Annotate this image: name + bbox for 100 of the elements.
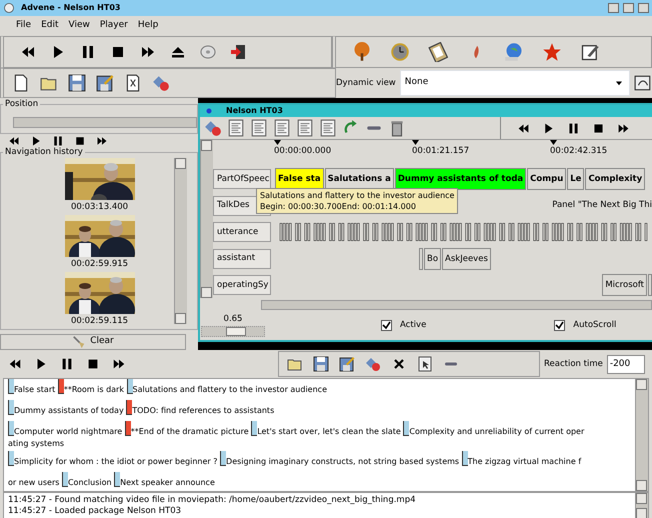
annotation-block[interactable] [419, 248, 423, 270]
maximize-button[interactable] [623, 3, 634, 13]
annotation-block[interactable] [648, 274, 652, 296]
clock-icon[interactable] [390, 42, 410, 62]
annotation-text[interactable]: Simplicity for whom : the idiot or power beginner ? [14, 457, 218, 466]
tools-icon[interactable] [152, 74, 170, 92]
document-icon[interactable] [273, 119, 291, 138]
menu-item[interactable]: File [16, 19, 32, 33]
disc-icon[interactable] [200, 44, 216, 60]
annotation-text[interactable]: TODO: find references to assistants [132, 406, 274, 415]
fast-forward-icon[interactable] [617, 122, 630, 135]
checkbox[interactable] [381, 320, 392, 331]
fast-forward-icon[interactable] [140, 44, 156, 60]
pause-icon[interactable] [60, 357, 74, 371]
reaction-time-field[interactable]: -200 [606, 354, 645, 374]
pause-icon[interactable] [80, 44, 96, 60]
script-icon[interactable] [124, 74, 142, 92]
pointer-icon[interactable] [417, 356, 433, 372]
annotation-text[interactable]: Salutations and flattery to the investor audience [132, 385, 327, 394]
stop-icon[interactable] [592, 122, 605, 135]
annotation-text[interactable]: ating systems [8, 439, 64, 448]
document-icon[interactable] [227, 119, 245, 138]
scrollbar[interactable] [200, 140, 213, 298]
zoom-slider[interactable] [201, 326, 265, 338]
document-icon[interactable] [250, 119, 268, 138]
annotation-block[interactable]: Bo [424, 248, 442, 270]
annotation-marker[interactable] [126, 400, 132, 415]
annotation-block[interactable]: AskJeeves [442, 248, 491, 270]
annotation-text[interactable]: Dummy assistants of today [14, 406, 124, 415]
annotation-marker[interactable] [126, 379, 133, 394]
save-as-icon[interactable] [339, 356, 355, 372]
tools-icon[interactable] [365, 356, 381, 372]
eject-icon[interactable] [170, 44, 186, 60]
annotation-marker[interactable] [8, 379, 14, 394]
rewind-icon[interactable] [8, 134, 20, 147]
annotation-text[interactable]: **Room is dark [64, 385, 124, 394]
pause-icon[interactable] [567, 122, 580, 135]
save-as-icon[interactable] [96, 74, 114, 92]
rewind-icon[interactable] [517, 122, 530, 135]
save-icon[interactable] [313, 356, 329, 372]
dynamic-view-select[interactable]: None [400, 70, 630, 96]
play-icon[interactable] [30, 134, 42, 147]
annotation-marker[interactable] [114, 472, 120, 487]
edit-note-icon[interactable] [580, 42, 600, 62]
new-file-icon[interactable] [12, 74, 30, 92]
tree-icon[interactable] [352, 42, 372, 62]
fast-forward-icon[interactable] [112, 357, 126, 371]
annotation-text[interactable]: Next speaker announce [120, 478, 215, 487]
view-icon[interactable] [634, 74, 652, 92]
close-button[interactable] [638, 3, 649, 13]
annotation-marker[interactable] [8, 451, 14, 466]
annotation-type-button[interactable]: utterance [213, 222, 271, 242]
annotation-block[interactable]: Complexity [585, 168, 646, 190]
rewind-icon[interactable] [20, 44, 36, 60]
rewind-icon[interactable] [8, 357, 22, 371]
annotation-marker[interactable] [58, 379, 64, 394]
annotation-type-button[interactable]: operatingSy [213, 275, 271, 296]
annotation-marker[interactable] [403, 421, 410, 436]
annotation-block[interactable]: Le [567, 168, 584, 190]
annotation-marker[interactable] [8, 400, 14, 415]
annotation-block[interactable]: False sta [275, 168, 324, 190]
menu-item[interactable]: Edit [41, 19, 58, 33]
annotation-text[interactable]: Computer world nightmare [14, 427, 122, 436]
checkbox[interactable] [554, 320, 566, 331]
clear-button[interactable]: Clear [0, 334, 186, 350]
fast-forward-icon[interactable] [96, 134, 108, 147]
annotation-text[interactable]: The zigzag virtual machine f [468, 457, 582, 466]
annotation-text[interactable]: Complexity and unreliability of current oper [409, 427, 584, 436]
scrollbar[interactable] [635, 379, 648, 491]
exit-icon[interactable] [230, 44, 246, 60]
annotation-text[interactable]: Let's start over, let's clean the slate [257, 427, 401, 436]
menu-item[interactable]: Player [100, 19, 128, 33]
annotation-marker[interactable] [124, 421, 131, 436]
annotation-type-button[interactable]: PartOfSpeec [213, 169, 271, 190]
tools-icon[interactable] [204, 119, 222, 138]
annotation-marker[interactable] [8, 421, 14, 436]
stop-icon[interactable] [86, 357, 100, 371]
minimize-button[interactable] [608, 3, 619, 13]
annotation-text[interactable]: False start [14, 385, 56, 394]
annotation-block[interactable]: Dummy assistants of toda [394, 168, 526, 190]
scrollbar[interactable] [635, 493, 648, 518]
annotation-marker[interactable] [251, 421, 258, 436]
menu-item[interactable]: View [68, 19, 90, 33]
annotation-marker[interactable] [220, 451, 226, 466]
annotation-text[interactable]: **End of the dramatic picture [130, 427, 249, 436]
scrollbar[interactable] [174, 158, 187, 324]
annotation-block[interactable]: Compu [527, 168, 566, 190]
annotation-marker[interactable] [62, 472, 68, 487]
annotation-type-button[interactable]: assistant [213, 248, 271, 269]
save-icon[interactable] [68, 74, 86, 92]
document-icon[interactable] [319, 119, 337, 138]
annotation-text[interactable]: Conclusion [68, 478, 112, 487]
annotation-text[interactable]: Designing imaginary constructs, not string based systems [226, 457, 460, 466]
annotation-marker[interactable] [462, 451, 468, 466]
slider-thumb[interactable] [226, 327, 246, 336]
clipboard-icon[interactable] [428, 42, 448, 62]
star-icon[interactable] [542, 42, 562, 62]
annotation-block[interactable]: Salutations a [324, 168, 394, 190]
pause-icon[interactable] [52, 134, 64, 147]
annotation-text[interactable]: or new users [8, 478, 60, 487]
